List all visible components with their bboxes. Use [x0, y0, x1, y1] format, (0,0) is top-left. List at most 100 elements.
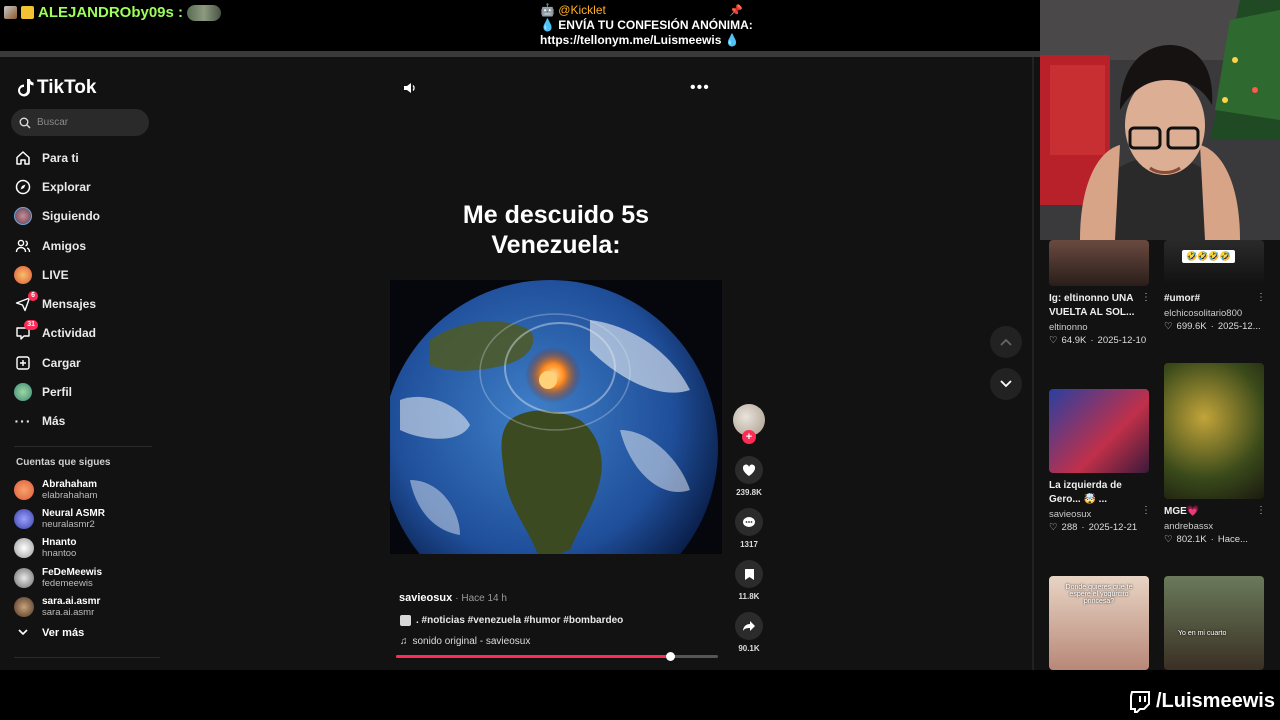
- sound-label: sonido original - savieosux: [412, 636, 531, 647]
- see-more-button[interactable]: Ver más: [18, 627, 84, 639]
- sidebar-item-mensajes[interactable]: 6 Mensajes: [14, 289, 154, 318]
- more-dots-icon[interactable]: ⋮: [1256, 505, 1266, 516]
- stream-bottom-bar: [0, 670, 1280, 720]
- more-dots-icon[interactable]: ⋮: [1256, 292, 1266, 303]
- sidebar-item-perfil[interactable]: Perfil: [14, 377, 154, 406]
- sidebar-item-label: Para ti: [42, 150, 79, 165]
- chevron-down-icon: [18, 627, 28, 639]
- sidebar-item-label: Perfil: [42, 385, 73, 400]
- like-action[interactable]: 239.8K: [733, 456, 765, 497]
- following-account[interactable]: Abrahaham elabrahaham: [14, 475, 154, 504]
- recommendation-card[interactable]: Ig: eltinonno UNA VUELTA AL SOL... ⋮ elt…: [1049, 240, 1153, 346]
- sidebar-item-actividad[interactable]: 31 Actividad: [14, 319, 154, 348]
- more-dots-icon[interactable]: ⋮: [1141, 505, 1151, 516]
- crown-badge-icon: [21, 6, 34, 19]
- recommendation-card[interactable]: MGE💗 ⋮ andrebassx ♡ 802.1K · Hace...: [1164, 363, 1268, 545]
- compass-icon: [14, 178, 32, 196]
- card-author: andrebassx: [1164, 521, 1214, 532]
- share-icon: [735, 612, 763, 640]
- streamer-webcam-image: [1040, 0, 1280, 240]
- profile-avatar-icon: [14, 383, 32, 402]
- video-progress-bar[interactable]: [396, 652, 718, 661]
- following-account[interactable]: Neural ASMR neuralasmr2: [14, 504, 154, 533]
- video-author-line: savieosux · Hace 14 h: [399, 592, 507, 604]
- comment-action[interactable]: 1317: [733, 508, 765, 549]
- share-action[interactable]: 90.1K: [733, 612, 765, 653]
- account-name: Neural ASMR: [42, 507, 105, 519]
- sidebar-item-label: Cargar: [42, 355, 81, 370]
- card-author: savieosux: [1049, 509, 1092, 520]
- home-icon: [14, 149, 32, 167]
- card-title: #umor#: [1164, 293, 1201, 304]
- tiktok-note-icon: [18, 79, 34, 97]
- video-tags: . #noticias #venezuela #humor #bombardeo: [400, 615, 623, 626]
- pinned-author: @Kicklet: [558, 3, 606, 17]
- following-account[interactable]: Hnanto hnantoo: [14, 534, 154, 563]
- search-box[interactable]: [11, 109, 149, 136]
- video-sound[interactable]: ♫ sonido original - savieosux: [400, 636, 530, 647]
- heart-outline-icon: ♡: [1164, 534, 1173, 545]
- sidebar-item-mas[interactable]: ··· Más: [14, 407, 154, 436]
- webcam-overlay: [1040, 0, 1280, 240]
- next-video-button[interactable]: [990, 368, 1022, 400]
- recommendation-card[interactable]: Yo en mi cuarto: [1164, 576, 1268, 670]
- volume-button[interactable]: [402, 81, 416, 100]
- video-thumbnail: Yo en mi cuarto: [1164, 576, 1264, 670]
- more-options-button[interactable]: •••: [690, 79, 710, 97]
- music-note-icon: ♫: [400, 636, 408, 647]
- thumbnail-text: Yo en mi cuarto: [1178, 630, 1227, 637]
- video-time: · Hace 14 h: [455, 593, 507, 604]
- card-meta: ♡ 699.6K · 2025-12...: [1164, 321, 1268, 332]
- earth-explosion-image: [390, 280, 722, 554]
- sidebar-item-label: Más: [42, 414, 66, 429]
- sword-badge-icon: [4, 6, 17, 19]
- progress-thumb[interactable]: [665, 652, 675, 661]
- sidebar-item-cargar[interactable]: Cargar: [14, 348, 154, 377]
- save-action[interactable]: 11.8K: [733, 560, 765, 601]
- previous-video-button[interactable]: [990, 326, 1022, 358]
- sidebar-item-label: Mensajes: [42, 297, 97, 312]
- video-thumbnail: [1049, 240, 1149, 286]
- video-player[interactable]: [390, 280, 722, 554]
- card-date: 2025-12...: [1217, 321, 1261, 332]
- follow-plus-icon[interactable]: +: [742, 430, 756, 444]
- account-handle: neuralasmr2: [42, 518, 95, 530]
- droplet-icon: 💧: [724, 33, 740, 47]
- pinned-line2: https://tellonym.me/Luismeewis: [540, 33, 722, 47]
- recommendation-card[interactable]: La izquierda de Gero... 🤯 ... ⋮ savieosu…: [1049, 389, 1153, 533]
- video-hashtags[interactable]: . #noticias #venezuela #humor #bombardeo: [416, 615, 623, 626]
- tiktok-logo[interactable]: TikTok: [16, 77, 96, 99]
- recommendation-card[interactable]: 🤣🤣🤣🤣 #umor# ⋮ elchicosolitario800 ♡ 699.6…: [1164, 240, 1268, 332]
- card-likes: 64.9K: [1061, 335, 1087, 346]
- like-count: 239.8K: [736, 488, 762, 497]
- pinned-message: 🤖 @Kicklet 💧 ENVÍA TU CONFESIÓN ANÓNIMA:…: [540, 3, 753, 48]
- caption-line: Venezuela:: [491, 231, 621, 259]
- chevron-down-icon: [1000, 380, 1012, 388]
- video-author[interactable]: savieosux: [399, 592, 452, 604]
- account-name: FeDeMeewis: [42, 566, 103, 578]
- twitch-logo-icon: [1130, 690, 1150, 713]
- sidebar-item-para-ti[interactable]: Para ti: [14, 143, 154, 172]
- robot-icon: 🤖: [540, 3, 555, 17]
- sidebar-item-amigos[interactable]: Amigos: [14, 231, 154, 260]
- sidebar-item-explorar[interactable]: Explorar: [14, 172, 154, 201]
- card-author: eltinonno: [1049, 322, 1088, 333]
- pin-icon: 📌: [729, 5, 743, 17]
- card-meta: ♡ 802.1K · Hace...: [1164, 534, 1268, 545]
- more-dots-icon: ···: [14, 413, 32, 430]
- search-input[interactable]: [37, 117, 137, 128]
- following-avatar-icon: [14, 207, 32, 226]
- recommendation-card[interactable]: Donde quieres que te espere el yogurcito…: [1049, 576, 1153, 670]
- send-icon: 6: [14, 291, 38, 313]
- card-likes: 288: [1061, 522, 1078, 533]
- more-dots-icon[interactable]: ⋮: [1141, 292, 1151, 303]
- sidebar-item-siguiendo[interactable]: Siguiendo: [14, 202, 154, 231]
- sidebar-item-live[interactable]: LIVE: [14, 260, 154, 289]
- card-date: 2025-12-10: [1097, 335, 1147, 346]
- thumbnail-text: 🤣🤣🤣🤣: [1182, 250, 1235, 263]
- card-date: 2025-12-21: [1088, 522, 1138, 533]
- heart-outline-icon: ♡: [1049, 522, 1058, 533]
- following-account[interactable]: sara.ai.asmr sara.ai.asmr: [14, 592, 154, 621]
- following-account[interactable]: FeDeMeewis fedemeewis: [14, 563, 154, 592]
- heart-outline-icon: ♡: [1049, 335, 1058, 346]
